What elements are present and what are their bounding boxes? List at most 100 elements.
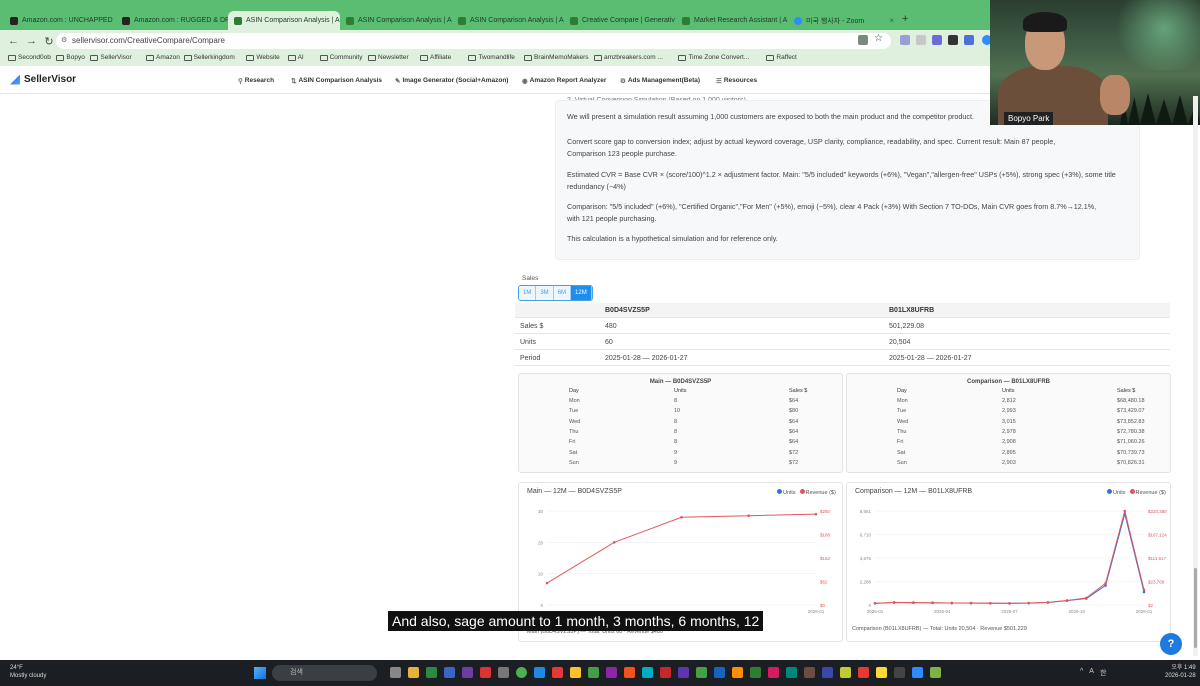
- app-icon[interactable]: [660, 667, 671, 678]
- app-icon[interactable]: [444, 667, 455, 678]
- bookmark-item[interactable]: Raffect: [766, 54, 797, 61]
- zoom-icon[interactable]: [912, 667, 923, 678]
- data-point[interactable]: [950, 601, 954, 605]
- data-point[interactable]: [1046, 601, 1050, 604]
- windows-start-icon[interactable]: [254, 667, 266, 679]
- star-icon[interactable]: ☆: [874, 33, 884, 44]
- scrollbar-thumb[interactable]: [1194, 568, 1197, 648]
- bookmark-item[interactable]: Second0ob: [8, 54, 51, 61]
- app-icon[interactable]: [750, 667, 761, 678]
- browser-tab[interactable]: ASIN Comparison Analysis | A×: [228, 11, 340, 30]
- app-icon[interactable]: [480, 667, 491, 678]
- data-point[interactable]: [1065, 599, 1069, 602]
- app-icon[interactable]: [426, 667, 437, 678]
- data-point[interactable]: [612, 541, 616, 544]
- app-icon[interactable]: [552, 667, 563, 678]
- browser-tab[interactable]: Market Research Assistant | A×: [676, 11, 788, 30]
- app-icon[interactable]: [534, 667, 545, 678]
- tray-input-icon[interactable]: A: [1089, 668, 1094, 678]
- data-point[interactable]: [873, 601, 877, 605]
- nav-item[interactable]: ✎ Image Generator (Social+Amazon): [395, 77, 508, 85]
- data-point[interactable]: [747, 514, 751, 517]
- app-icon[interactable]: [768, 667, 779, 678]
- taskbar-search[interactable]: 검색: [272, 665, 377, 681]
- period-6m-button[interactable]: 6M: [553, 286, 572, 300]
- bookmark-item[interactable]: Amazon: [146, 54, 180, 61]
- app-icon[interactable]: [606, 667, 617, 678]
- app-icon[interactable]: [822, 667, 833, 678]
- bookmark-item[interactable]: Time Zone Convert...: [678, 54, 749, 61]
- period-12m-button[interactable]: 12M: [571, 286, 592, 300]
- app-icon[interactable]: [732, 667, 743, 678]
- app-icon[interactable]: [678, 667, 689, 678]
- app-icon[interactable]: [894, 667, 905, 678]
- period-1m-button[interactable]: 1M: [519, 286, 537, 300]
- nav-item[interactable]: ⇅ ASIN Comparison Analysis: [291, 77, 382, 85]
- app-icon[interactable]: [840, 667, 851, 678]
- bookmark-item[interactable]: amzbreakers.com ...: [594, 54, 663, 61]
- app-icon[interactable]: [570, 667, 581, 678]
- chrome-icon[interactable]: [516, 667, 527, 678]
- browser-tab[interactable]: ASIN Comparison Analysis | A×: [340, 11, 452, 30]
- reload-icon[interactable]: ↻: [44, 35, 54, 48]
- data-point[interactable]: [912, 601, 915, 604]
- url-field[interactable]: ⚙ sellervisor.com/CreativeCompare/Compar…: [56, 33, 891, 49]
- extension-icon[interactable]: [964, 35, 974, 45]
- app-icon[interactable]: [930, 667, 941, 678]
- task-view-icon[interactable]: [390, 667, 401, 678]
- data-point[interactable]: [1104, 581, 1107, 585]
- bookmark-item[interactable]: Sellerkingdom: [183, 54, 235, 61]
- browser-tab[interactable]: 미국 행사자 - Zoom ×: [788, 11, 900, 30]
- bookmark-item[interactable]: Affiliate: [420, 54, 451, 61]
- nav-item[interactable]: ☰ Resources: [716, 77, 757, 85]
- data-point[interactable]: [545, 581, 549, 585]
- app-icon[interactable]: [804, 667, 815, 678]
- app-icon[interactable]: [588, 667, 599, 678]
- bookmark-item[interactable]: Community: [319, 54, 362, 61]
- data-point[interactable]: [1123, 509, 1127, 513]
- forward-icon[interactable]: →: [26, 35, 37, 47]
- data-point[interactable]: [1008, 601, 1011, 605]
- period-3m-button[interactable]: 3M: [536, 286, 554, 300]
- extension-icon[interactable]: [948, 35, 958, 45]
- app-icon[interactable]: [858, 667, 869, 678]
- help-button[interactable]: ?: [1160, 633, 1182, 655]
- data-point[interactable]: [931, 601, 934, 605]
- bookmark-item[interactable]: SellerVisor: [90, 54, 132, 61]
- data-point[interactable]: [1142, 588, 1146, 592]
- weather-widget[interactable]: 24°F Mostly cloudy: [10, 664, 46, 680]
- browser-tab[interactable]: Amazon.com : UNCHAPPED×: [4, 11, 116, 30]
- app-icon[interactable]: [462, 667, 473, 678]
- extension-icon[interactable]: [932, 35, 942, 45]
- data-point[interactable]: [969, 601, 973, 605]
- app-icon[interactable]: [786, 667, 797, 678]
- site-info-icon[interactable]: ⚙: [61, 33, 67, 49]
- taskbar-clock[interactable]: 오후 1:49 2026-01-28: [1165, 664, 1196, 680]
- bookmark-item[interactable]: AI: [287, 54, 304, 61]
- data-point[interactable]: [680, 515, 683, 519]
- data-point[interactable]: [1085, 596, 1088, 600]
- back-icon[interactable]: ←: [8, 35, 19, 47]
- app-icon[interactable]: [696, 667, 707, 678]
- extension-icon[interactable]: [916, 35, 926, 45]
- browser-tab[interactable]: ASIN Comparison Analysis | A×: [452, 11, 564, 30]
- close-tab-icon[interactable]: ×: [889, 16, 894, 25]
- app-icon[interactable]: [714, 667, 725, 678]
- browser-tab[interactable]: Amazon.com : RUGGED & DR×: [116, 11, 228, 30]
- bookmark-item[interactable]: Website: [246, 54, 280, 61]
- new-tab-button[interactable]: +: [902, 13, 908, 25]
- data-point[interactable]: [814, 512, 818, 516]
- extension-icon[interactable]: [900, 35, 910, 45]
- app-icon[interactable]: [876, 667, 887, 678]
- translate-icon[interactable]: [858, 35, 868, 45]
- bookmark-item[interactable]: BrainMemoMakers: [524, 54, 589, 61]
- tray-language-icon[interactable]: 한: [1100, 668, 1106, 678]
- tray-chevron-icon[interactable]: ^: [1080, 668, 1083, 678]
- app-icon[interactable]: [624, 667, 635, 678]
- file-explorer-icon[interactable]: [408, 667, 419, 678]
- data-point[interactable]: [1027, 601, 1031, 605]
- nav-item[interactable]: ⚲ Research: [238, 77, 274, 85]
- nav-item[interactable]: ◉ Amazon Report Analyzer: [522, 77, 606, 85]
- bookmark-item[interactable]: Twomandlife: [468, 54, 515, 61]
- sellervisor-logo[interactable]: SellerVisor: [10, 74, 76, 85]
